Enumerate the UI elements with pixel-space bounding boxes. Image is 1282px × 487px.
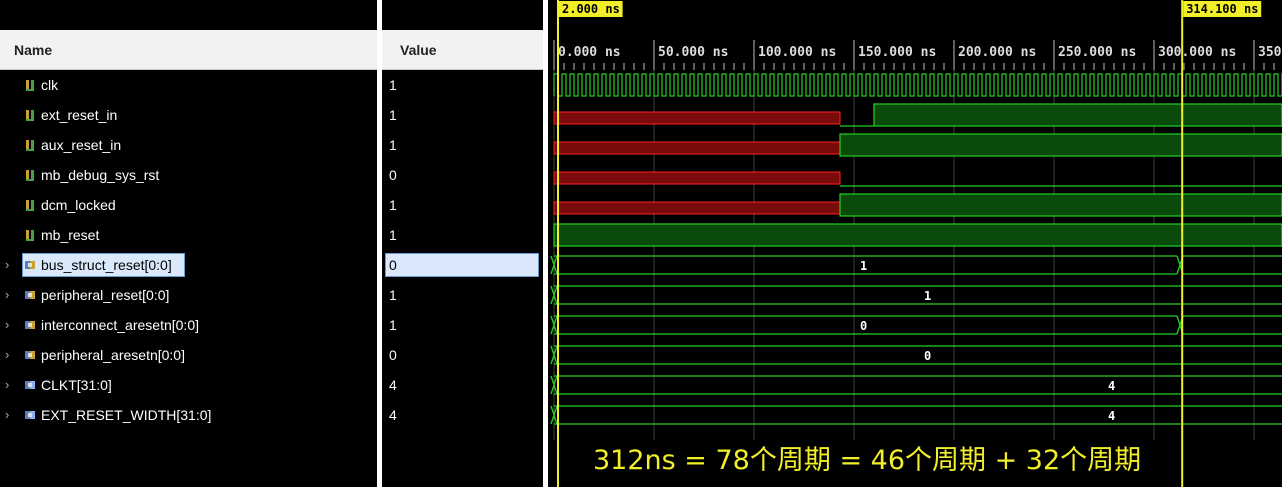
signal-value-row[interactable]: 1 <box>382 310 543 340</box>
undefined-value-block <box>553 141 841 155</box>
signal-name: CLKT[31:0] <box>41 377 112 393</box>
bus-waveform <box>550 405 1282 425</box>
bus-waveform <box>550 285 1282 305</box>
expand-chevron-icon[interactable]: › <box>5 280 9 310</box>
signal-name: interconnect_aresetn[0:0] <box>41 317 199 333</box>
signal-row[interactable]: › peripheral_reset[0:0] <box>0 280 377 310</box>
high-level-block <box>839 193 1282 217</box>
signal-value: 1 <box>389 287 397 303</box>
high-level-block <box>873 103 1282 127</box>
signal-value-row[interactable]: 1 <box>382 130 543 160</box>
time-label: 100.000 ns <box>758 45 836 60</box>
signal-name: ext_reset_in <box>41 107 118 123</box>
signal-value-row[interactable]: 1 <box>382 100 543 130</box>
signal-value: 1 <box>389 227 397 243</box>
signal-value: 1 <box>389 77 397 93</box>
signal-row[interactable]: mb_debug_sys_rst <box>0 160 377 190</box>
signal-value: 1 <box>389 137 397 153</box>
signal-name: peripheral_reset[0:0] <box>41 287 170 303</box>
signal-name: bus_struct_reset[0:0] <box>41 257 172 273</box>
high-level-block <box>553 223 1282 247</box>
undefined-value-block <box>553 201 841 215</box>
high-level-block <box>839 133 1282 157</box>
signal-value: 0 <box>389 257 397 273</box>
bus-value-label: 4 <box>1108 409 1115 423</box>
values-panel: Value 1 1 1 0 1 1 0 1 1 0 4 4 <box>382 0 543 487</box>
time-label: 0.000 ns <box>558 45 621 60</box>
signal-value: 0 <box>389 347 397 363</box>
signal-value-row[interactable]: 1 <box>382 190 543 220</box>
signal-row[interactable]: aux_reset_in <box>0 130 377 160</box>
time-label: 150.000 ns <box>858 45 936 60</box>
signal-value-row[interactable]: 4 <box>382 370 543 400</box>
signal-value: 1 <box>389 317 397 333</box>
signal-row[interactable]: › bus_struct_reset[0:0] <box>0 250 377 280</box>
signal-value: 0 <box>389 167 397 183</box>
bus-value-label: 4 <box>1108 379 1115 393</box>
expand-chevron-icon[interactable]: › <box>5 370 9 400</box>
undefined-value-block <box>553 171 841 185</box>
signal-row[interactable]: › interconnect_aresetn[0:0] <box>0 310 377 340</box>
marker-label: 2.000 ns <box>562 2 620 16</box>
signal-name: clk <box>41 77 59 93</box>
signal-value-row[interactable]: 0 <box>382 160 543 190</box>
signal-name: mb_debug_sys_rst <box>41 167 160 183</box>
marker-label: 314.100 ns <box>1186 2 1258 16</box>
selected-highlight <box>385 253 539 277</box>
signal-name: EXT_RESET_WIDTH[31:0] <box>41 407 212 423</box>
clk-waveform <box>553 73 1282 97</box>
signal-value: 1 <box>389 107 397 123</box>
expand-chevron-icon[interactable]: › <box>5 400 9 430</box>
names-panel: Name clk ext_reset_in aux_reset_in mb_debug… <box>0 0 377 487</box>
name-column-header[interactable]: Name <box>0 30 377 70</box>
signal-value-row[interactable]: 4 <box>382 400 543 430</box>
time-label: 300.000 ns <box>1158 45 1236 60</box>
time-label: 350. <box>1258 45 1282 60</box>
signal-row[interactable]: mb_reset <box>0 220 377 250</box>
signal-value-row[interactable]: 1 <box>382 70 543 100</box>
signal-name: mb_reset <box>41 227 100 243</box>
undefined-value-block <box>553 111 841 125</box>
signal-row[interactable]: › CLKT[31:0] <box>0 370 377 400</box>
bus-waveform <box>550 315 1282 335</box>
time-label: 50.000 ns <box>658 45 728 60</box>
waveform-panel[interactable]: 0.000 ns 50.000 ns 100.000 ns 150.000 ns 200… <box>548 0 1282 487</box>
bus-waveform <box>550 345 1282 365</box>
signal-name: peripheral_aresetn[0:0] <box>41 347 185 363</box>
signal-value-row[interactable]: 0 <box>382 340 543 370</box>
expand-chevron-icon[interactable]: › <box>5 250 9 280</box>
signal-value: 1 <box>389 197 397 213</box>
signal-value-row[interactable]: 0 <box>382 250 543 280</box>
signal-row[interactable]: › EXT_RESET_WIDTH[31:0] <box>0 400 377 430</box>
signal-row[interactable]: clk <box>0 70 377 100</box>
signal-value-row[interactable]: 1 <box>382 280 543 310</box>
signal-value-row[interactable]: 1 <box>382 220 543 250</box>
annotation-text: 312ns = 78个周期 = 46个周期 + 32个周期 <box>593 445 1141 476</box>
signal-name: dcm_locked <box>41 197 116 213</box>
value-column-header[interactable]: Value <box>382 30 543 70</box>
bus-value-label: 0 <box>860 319 867 333</box>
bus-value-label: 1 <box>860 259 867 273</box>
time-label: 250.000 ns <box>1058 45 1136 60</box>
signal-row[interactable]: ext_reset_in <box>0 100 377 130</box>
bus-value-label: 1 <box>924 289 931 303</box>
expand-chevron-icon[interactable]: › <box>5 310 9 340</box>
signal-name: aux_reset_in <box>41 137 122 153</box>
signal-value: 4 <box>389 377 397 393</box>
signal-row[interactable]: dcm_locked <box>0 190 377 220</box>
signal-value: 4 <box>389 407 397 423</box>
expand-chevron-icon[interactable]: › <box>5 340 9 370</box>
bus-value-label: 0 <box>924 349 931 363</box>
bus-waveform <box>550 255 1282 275</box>
time-label: 200.000 ns <box>958 45 1036 60</box>
signal-row[interactable]: › peripheral_aresetn[0:0] <box>0 340 377 370</box>
bus-waveform <box>550 375 1282 395</box>
